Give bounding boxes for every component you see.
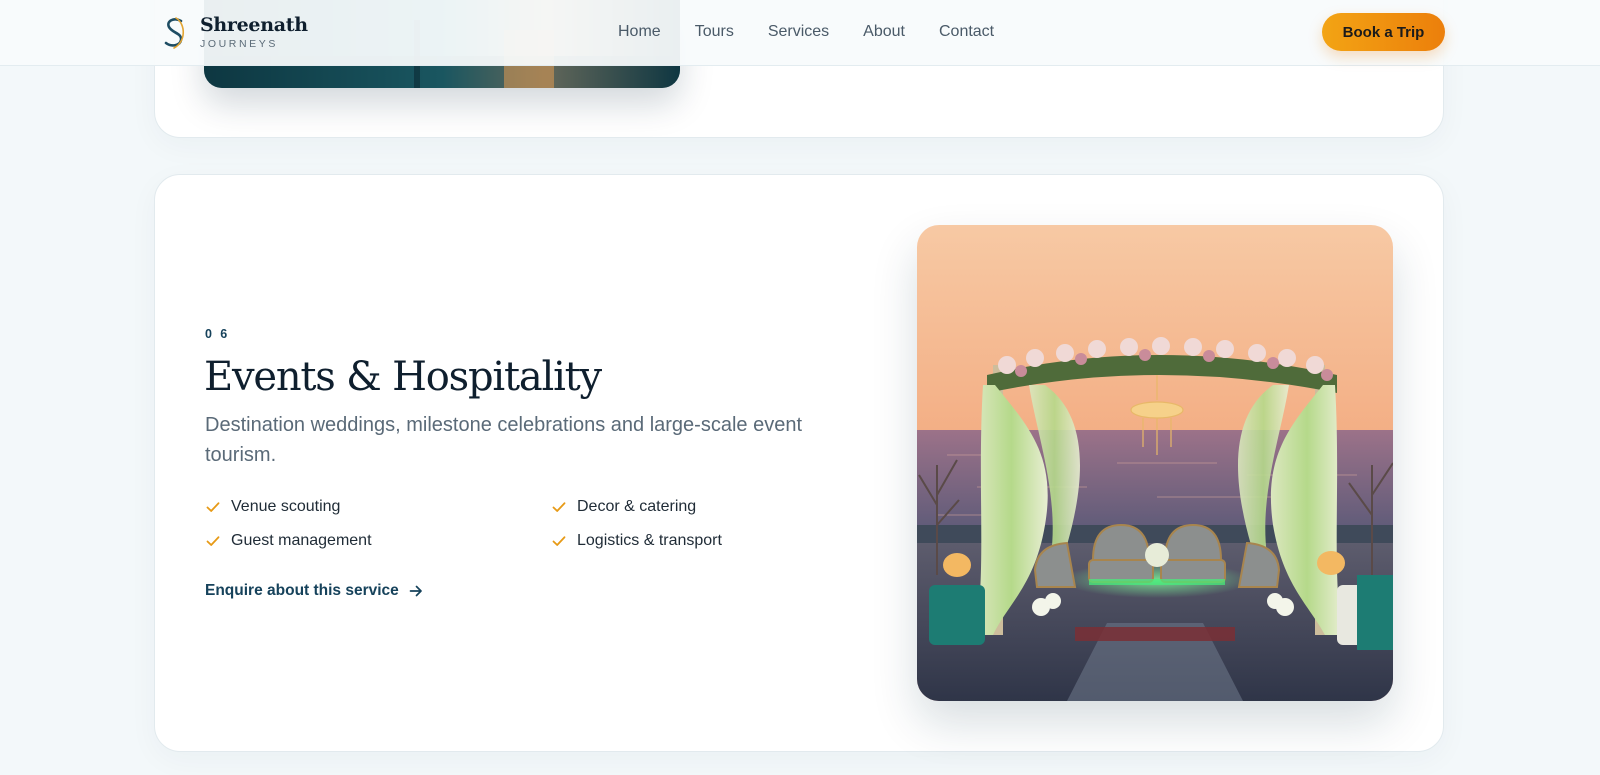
page: Shreenath JOURNEYS Home Tours Services A… [0, 0, 1600, 775]
enquire-service-link[interactable]: Enquire about this service [205, 582, 424, 600]
feature-label: Guest management [231, 532, 372, 549]
feature-label: Logistics & transport [577, 532, 722, 549]
brand-logo[interactable]: Shreenath JOURNEYS [160, 14, 308, 51]
feature-item: Logistics & transport [551, 530, 825, 552]
book-a-trip-button[interactable]: Book a Trip [1322, 13, 1445, 51]
s-monogram-logo-icon [164, 16, 185, 49]
feature-item: Guest management [205, 530, 551, 552]
check-icon [206, 502, 220, 512]
check-icon [552, 536, 566, 546]
feature-label: Decor & catering [577, 498, 697, 515]
feature-item: Decor & catering [551, 496, 825, 518]
feature-list: Venue scouting Decor & catering Guest ma… [205, 496, 825, 552]
nav-contact[interactable]: Contact [939, 20, 994, 44]
service-title: Events & Hospitality [204, 354, 602, 400]
service-description: Destination weddings, milestone celebrat… [205, 414, 803, 466]
main-nav: Home Tours Services About Contact [618, 20, 994, 44]
site-header: Shreenath JOURNEYS Home Tours Services A… [0, 0, 1600, 66]
check-icon [552, 502, 566, 512]
check-icon [206, 536, 220, 546]
nav-services[interactable]: Services [768, 20, 829, 44]
service-number: 0 6 [205, 327, 230, 341]
feature-label: Venue scouting [231, 498, 341, 515]
service-image [917, 225, 1393, 701]
arrow-right-icon [409, 585, 422, 597]
brand-tagline: JOURNEYS [200, 38, 278, 50]
nav-home[interactable]: Home [618, 20, 661, 44]
brand-name: Shreenath [200, 14, 308, 36]
nav-tours[interactable]: Tours [695, 20, 734, 44]
enquire-service-label: Enquire about this service [205, 582, 399, 599]
nav-about[interactable]: About [863, 20, 905, 44]
feature-item: Venue scouting [205, 496, 551, 518]
